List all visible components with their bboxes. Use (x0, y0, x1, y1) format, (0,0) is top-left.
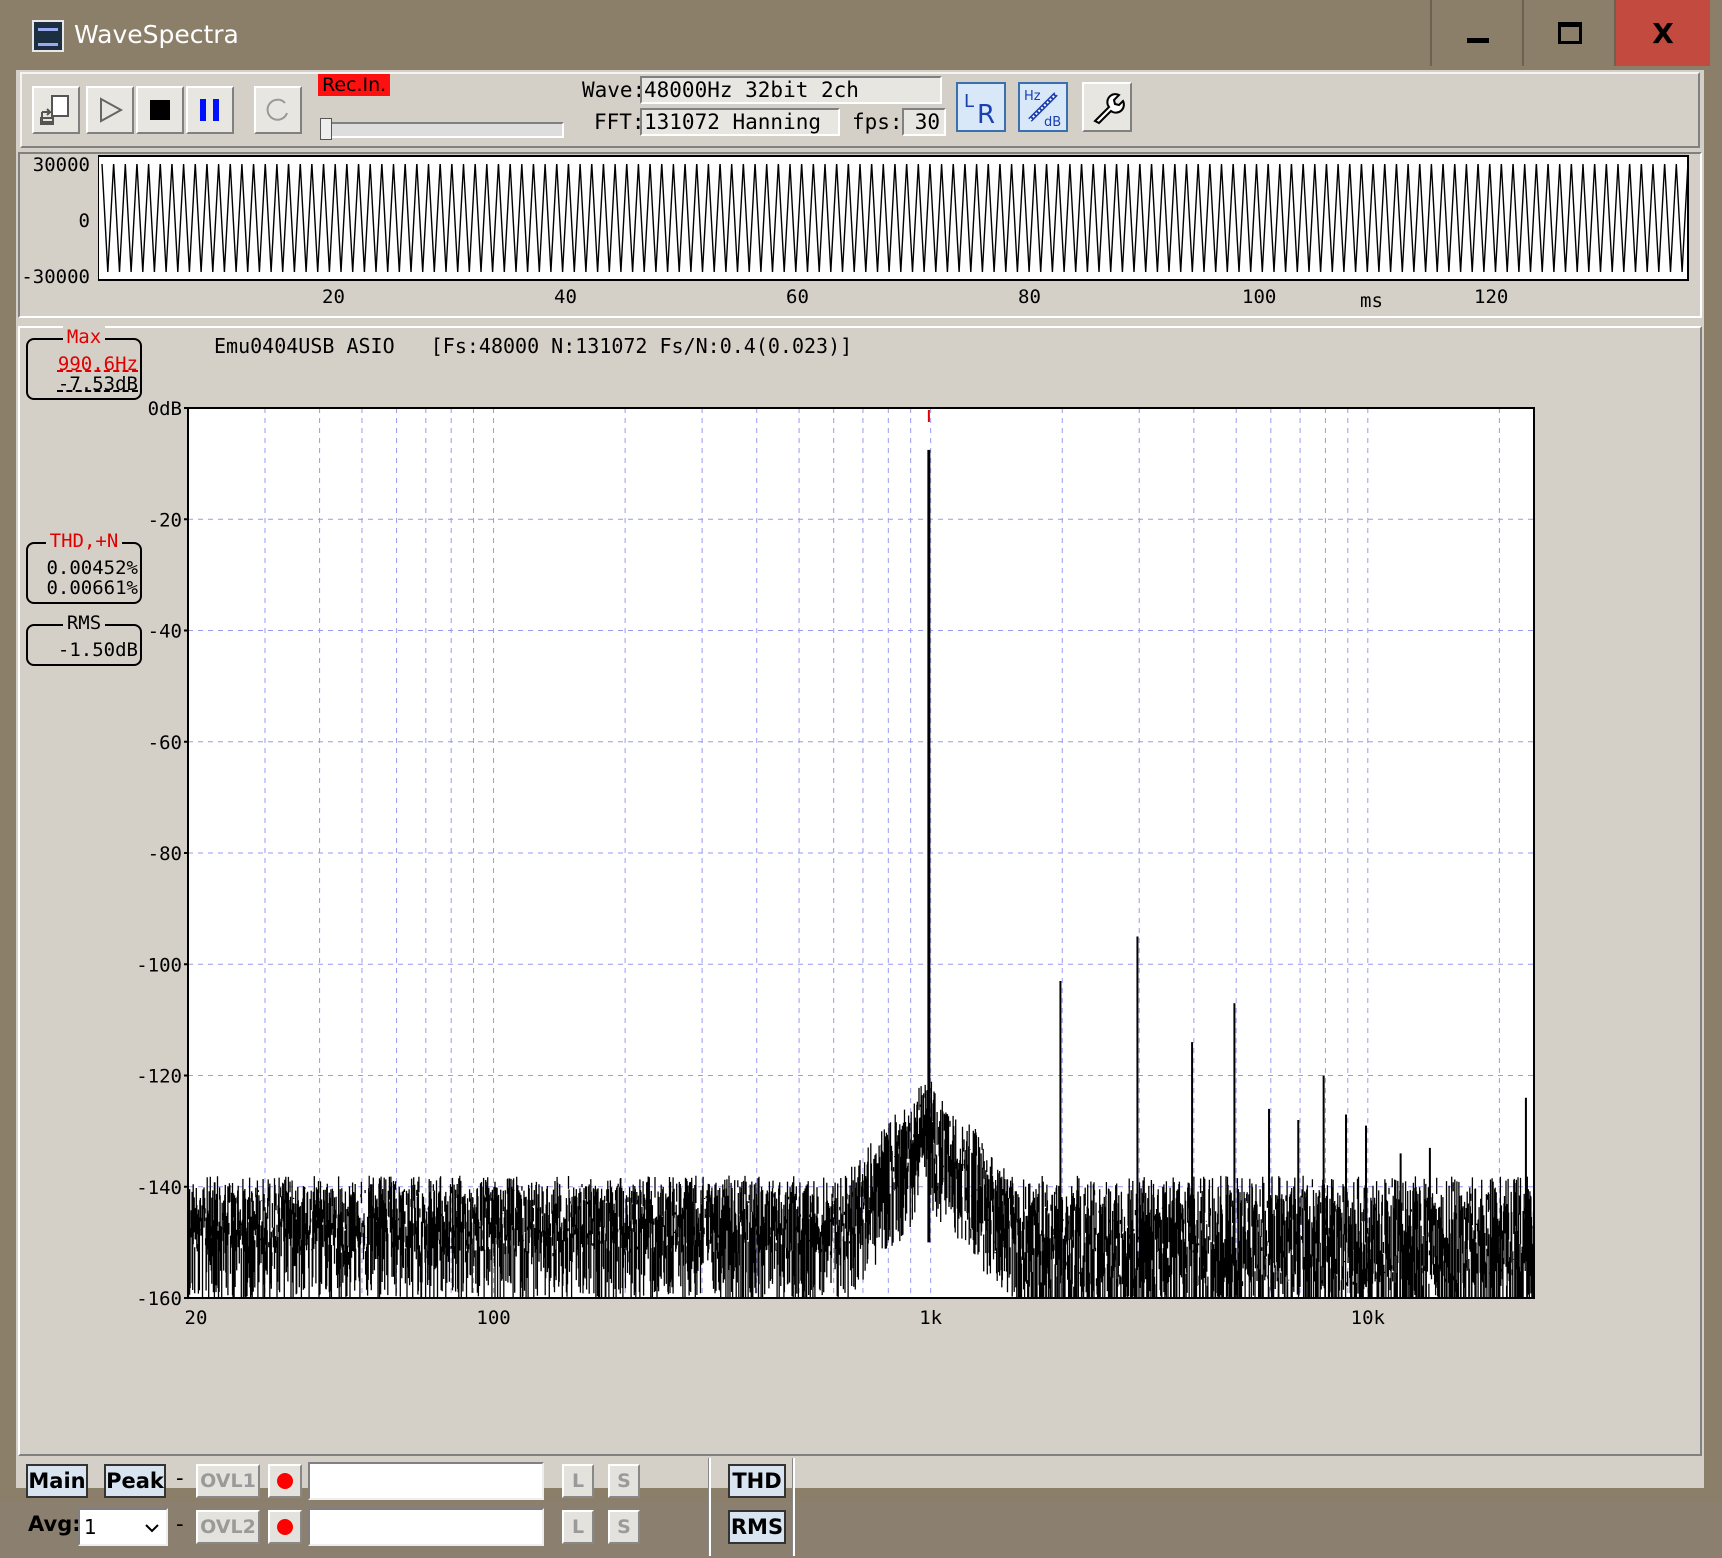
lr-icon: LR (964, 91, 995, 127)
rec-in-indicator: Rec.In. (318, 74, 391, 96)
y-tick-label: -140 (136, 1177, 182, 1199)
svg-text:R: R (977, 100, 995, 127)
input-level-thumb[interactable] (320, 118, 332, 140)
window-title: WaveSpectra (74, 20, 239, 49)
app-icon[interactable] (32, 20, 64, 52)
waveform-plot[interactable] (98, 154, 1708, 294)
ovl1-record-button[interactable] (268, 1464, 302, 1498)
y-tick-label: -20 (148, 509, 182, 531)
minimize-button[interactable] (1430, 0, 1524, 66)
main-button[interactable]: Main (26, 1464, 88, 1498)
rms-button[interactable]: RMS (728, 1510, 786, 1544)
divider (708, 1458, 711, 1556)
input-level-slider[interactable] (322, 122, 564, 138)
wave-xtick: 20 (322, 286, 345, 308)
svg-text:Hz: Hz (1024, 89, 1041, 104)
separator-dash: - (176, 1466, 184, 1490)
maximize-button[interactable] (1522, 0, 1616, 66)
x-tick-label: 1k (919, 1307, 942, 1329)
x-tick-label: 20 (185, 1307, 208, 1329)
svg-text:L: L (964, 91, 974, 112)
play-icon (100, 97, 124, 123)
y-tick-label: -100 (136, 954, 182, 976)
divider (792, 1458, 795, 1556)
pause-button[interactable] (186, 86, 234, 134)
x-tick-label: 10k (1351, 1307, 1386, 1329)
fft-setting-field: 131072 Hanning (640, 108, 840, 136)
freq-scale-button[interactable]: Hz dB (1018, 82, 1068, 132)
avg-label: Avg: (28, 1512, 81, 1536)
repeat-icon (266, 98, 288, 121)
ovl1-save-button[interactable]: S (608, 1464, 640, 1498)
wave-label: Wave: (582, 78, 646, 102)
client-area: Rec.In. Wave: 48000Hz 32bit 2ch FFT: 131… (16, 70, 1704, 1556)
toolbar: Rec.In. Wave: 48000Hz 32bit 2ch FFT: 131… (20, 72, 1700, 148)
wave-ytick: 0 (78, 210, 90, 232)
stop-icon (150, 100, 170, 120)
wave-format-field: 48000Hz 32bit 2ch (640, 76, 942, 104)
pause-icon (200, 99, 219, 121)
settings-wrench-icon (1093, 93, 1125, 125)
avg-value: 1 (84, 1515, 97, 1539)
ovl2-record-button[interactable] (268, 1510, 302, 1544)
channel-lr-button[interactable]: LR (956, 82, 1006, 132)
y-tick-label: -40 (148, 621, 182, 643)
settings-button[interactable] (1082, 82, 1132, 132)
ovl2-name-field[interactable] (308, 1508, 544, 1546)
y-tick-label: 0dB (148, 398, 182, 420)
waveform-panel: 30000 0 -30000 20 40 60 80 100 ms 120 (18, 152, 1702, 318)
wave-xtick: 40 (554, 286, 577, 308)
wave-ytick: 30000 (32, 154, 90, 176)
peak-button[interactable]: Peak (104, 1464, 166, 1498)
title-bar[interactable]: WaveSpectra X (0, 0, 1722, 72)
wave-xtick: 60 (786, 286, 809, 308)
y-tick-label: -120 (136, 1066, 182, 1088)
ovl2-load-button[interactable]: L (562, 1510, 594, 1544)
ovl2-button[interactable]: OVL2 (196, 1510, 260, 1544)
y-tick-label: -80 (148, 843, 182, 865)
app-window: WaveSpectra X Rec.In. Wave: 48000Hz 32bi… (0, 0, 1722, 1556)
hz-db-icon: HzdB (1024, 89, 1061, 128)
ovl1-load-button[interactable]: L (562, 1464, 594, 1498)
fps-label: fps: (852, 110, 903, 134)
svg-text:dB: dB (1044, 115, 1061, 128)
wave-xunit: ms (1360, 290, 1383, 312)
bottom-controls: Main Peak - OVL1 L S Avg: 1 - OVL2 L S T… (18, 1458, 1702, 1558)
close-button[interactable]: X (1614, 0, 1710, 66)
thd-button[interactable]: THD (728, 1464, 786, 1498)
export-icon (40, 95, 69, 125)
repeat-button[interactable] (254, 86, 302, 134)
avg-select[interactable]: 1 (78, 1508, 168, 1546)
spectrum-plot[interactable]: 0dB -20 -40 -60 -80 -100 -120 -140 -16020 100 1k 10… (20, 328, 1700, 1454)
fps-field: 30 (902, 108, 946, 136)
fft-label: FFT: (594, 110, 645, 134)
y-tick-label: -60 (148, 732, 182, 754)
spectrum-panel: Max 990.6Hz -7.53dB THD,+N 0.00452% 0.00… (18, 326, 1702, 1456)
wave-ytick: -30000 (21, 266, 90, 288)
export-button[interactable] (32, 86, 80, 134)
separator-dash: - (176, 1512, 184, 1536)
wave-xtick: 80 (1018, 286, 1041, 308)
ovl1-name-field[interactable] (308, 1462, 544, 1500)
stop-button[interactable] (136, 86, 184, 134)
y-tick-label: -160 (136, 1288, 182, 1310)
ovl1-button[interactable]: OVL1 (196, 1464, 260, 1498)
wave-xtick: 100 (1242, 286, 1277, 308)
wave-xtick: 120 (1474, 286, 1509, 308)
ovl2-save-button[interactable]: S (608, 1510, 640, 1544)
chevron-down-icon (145, 1524, 159, 1533)
x-tick-label: 100 (476, 1307, 510, 1329)
play-button[interactable] (86, 86, 134, 134)
